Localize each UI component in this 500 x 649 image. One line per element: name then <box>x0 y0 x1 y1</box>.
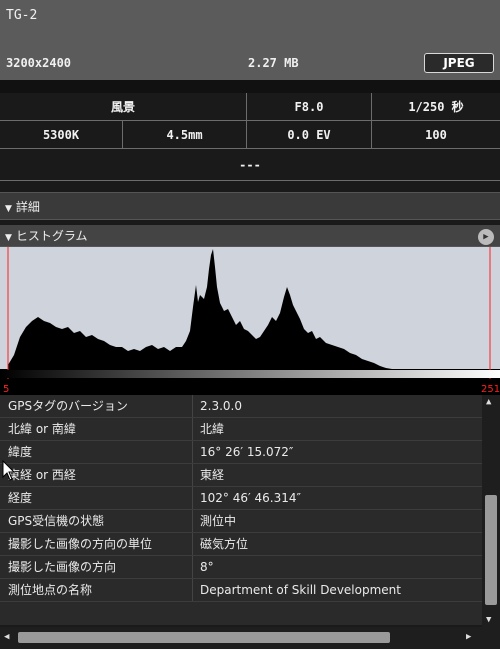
focal-length: 4.5mm <box>123 121 247 149</box>
histogram-panel: 5 251 <box>0 247 500 395</box>
row-key: 北緯 or 南緯 <box>8 422 76 436</box>
table-row[interactable]: 緯度 16° 26′ 15.072″ <box>0 441 482 464</box>
scroll-up-icon[interactable]: ▲ <box>486 397 491 407</box>
row-key: 撮影した画像の方向の単位 <box>8 537 153 551</box>
format-badge: JPEG <box>424 53 494 73</box>
extra-info: --- <box>0 149 500 181</box>
shutter-speed: 1/250 秒 <box>372 93 500 121</box>
tone-gradient-bar <box>0 370 500 378</box>
collapse-triangle-icon: ▼ <box>5 204 12 214</box>
iso-value: 100 <box>372 121 500 149</box>
row-key: 測位地点の名称 <box>8 583 93 597</box>
table-row[interactable]: GPS受信機の状態 測位中 <box>0 510 482 533</box>
row-key: GPSタグのバージョン <box>8 399 128 413</box>
image-resolution: 3200x2400 <box>6 56 72 70</box>
gps-info-table: GPSタグのバージョン 2.3.0.0 北緯 or 南緯 北緯 緯度 16° 26′ … <box>0 395 482 625</box>
row-key: 撮影した画像の方向 <box>8 560 117 574</box>
play-icon[interactable]: ▶ <box>478 229 494 245</box>
histogram-section-toggle[interactable]: ▼ ヒストグラム <box>0 225 500 247</box>
scene-mode: 風景 <box>0 93 247 121</box>
mouse-cursor-icon <box>2 460 16 481</box>
row-value: 8° <box>200 560 214 574</box>
file-size: 2.27 MB <box>248 56 299 70</box>
histogram-label: ヒストグラム <box>15 229 88 243</box>
image-info-header: TG-2 3200x2400 2.27 MB JPEG <box>0 0 500 80</box>
row-value: 測位中 <box>200 514 237 528</box>
row-key: 経度 <box>8 491 33 505</box>
row-value: 2.3.0.0 <box>200 399 242 413</box>
histogram-graph: 5 251 <box>0 247 500 395</box>
exposure-compensation: 0.0 EV <box>247 121 372 149</box>
scroll-left-icon[interactable]: ◀ <box>4 632 9 642</box>
details-section-toggle[interactable]: ▼ 詳細 <box>0 192 500 220</box>
row-value: Department of Skill Development <box>200 583 401 597</box>
histogram-min-label: 5 <box>3 384 9 395</box>
table-row[interactable]: 撮影した画像の方向 8° <box>0 556 482 579</box>
row-value: 102° 46′ 46.314″ <box>200 491 301 505</box>
table-row[interactable]: GPSタグのバージョン 2.3.0.0 <box>0 395 482 418</box>
row-value: 東経 <box>200 468 225 482</box>
row-key: 東経 or 西経 <box>8 468 76 482</box>
table-row[interactable]: 撮影した画像の方向の単位 磁気方位 <box>0 533 482 556</box>
vertical-scrollbar[interactable]: ▲ ▼ <box>482 395 500 630</box>
horizontal-scroll-thumb[interactable] <box>18 632 390 643</box>
scroll-down-icon[interactable]: ▼ <box>486 615 491 625</box>
white-balance: 5300K <box>0 121 123 149</box>
table-row[interactable]: 北緯 or 南緯 北緯 <box>0 418 482 441</box>
aperture-value: F8.0 <box>247 93 372 121</box>
row-value: 16° 26′ 15.072″ <box>200 445 294 459</box>
row-key: GPS受信機の状態 <box>8 514 105 528</box>
table-row[interactable]: 東経 or 西経 東経 <box>0 464 482 487</box>
horizontal-scrollbar[interactable]: ◀ ▶ <box>0 627 500 649</box>
vertical-scroll-thumb[interactable] <box>485 495 497 605</box>
row-value: 磁気方位 <box>200 537 249 551</box>
camera-model: TG-2 <box>6 8 38 23</box>
collapse-triangle-icon: ▼ <box>5 233 12 243</box>
histogram-max-label: 251 <box>481 384 500 395</box>
scroll-right-icon[interactable]: ▶ <box>466 632 471 642</box>
row-value: 北緯 <box>200 422 225 436</box>
table-row[interactable]: 経度 102° 46′ 46.314″ <box>0 487 482 510</box>
divider <box>0 80 500 93</box>
table-row[interactable]: 測位地点の名称 Department of Skill Development <box>0 579 482 602</box>
details-label: 詳細 <box>15 200 40 214</box>
